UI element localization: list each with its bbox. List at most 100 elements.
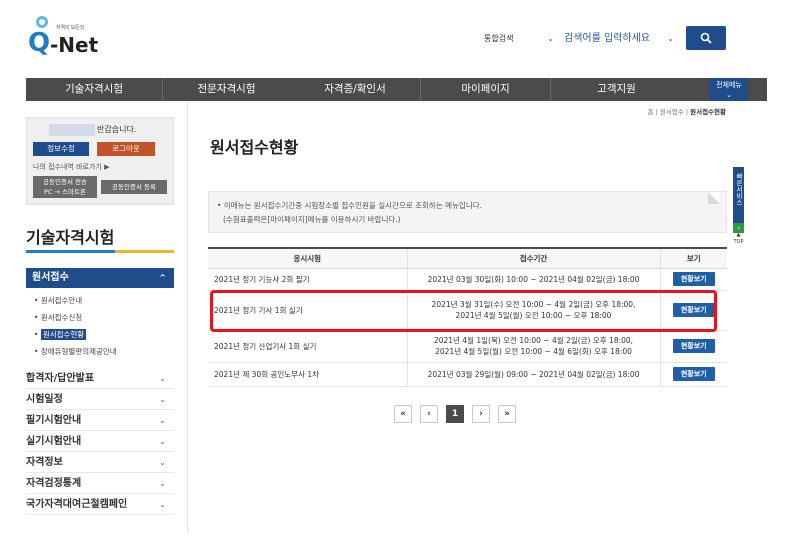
chevron-down-icon: ⌄ xyxy=(159,416,166,425)
sidebar-menu-list: 합격자/답안발표 ⌄ 시험일정 ⌄ 필기시험안내 ⌄ 실기시험안내 ⌄ 자격정보 ⌄ 자격… xyxy=(26,368,174,515)
logo-net: -Net xyxy=(50,33,99,57)
exam-period: 2021년 03월 29일(월) 09:00 ~ 2021년 04월 02일(금… xyxy=(406,362,660,387)
breadcrumb: 홈 | 원서접수 | 원서접수현황 xyxy=(647,108,726,116)
view-cell: 현황보기 xyxy=(659,330,727,363)
sub-item-apply[interactable]: • 원서접수신청 xyxy=(26,309,174,326)
sidebar-item-label: 합격자/답안발표 xyxy=(26,373,95,384)
nav-item-support[interactable]: 고객지원 xyxy=(550,78,682,101)
breadcrumb-parent[interactable]: 원서접수 xyxy=(660,108,684,116)
sidebar-item-results[interactable]: 합격자/답안발표 ⌄ xyxy=(26,368,174,389)
my-applications-link[interactable]: 나의 접수내역 바로가기 ▶ xyxy=(33,162,109,172)
sidebar-title: 기술자격시험 xyxy=(26,228,115,247)
sub-item-label: 장애유형별편의제공안내 xyxy=(40,347,117,356)
period-line: 2021년 4월 1일(목) 오전 10:00 ~ 4월 2일(금) 오후 18… xyxy=(433,336,634,345)
user-name-masked xyxy=(49,124,95,136)
sidebar-item-campaign[interactable]: 국가자격대여근절캠페인 ⌄ xyxy=(26,494,174,515)
chevron-down-icon: ⌄ xyxy=(159,479,166,488)
col-header-view: 보기 xyxy=(659,247,727,269)
chevron-down-icon: ⌄ xyxy=(159,374,166,383)
my-applications-label: 나의 접수내역 바로가기 xyxy=(33,163,102,171)
table-row: 2021년 정기 산업기사 1회 실기 2021년 4월 1일(목) 오전 10… xyxy=(208,330,727,363)
quick-service-tab[interactable]: 빠른서비스 ‹ xyxy=(733,167,744,233)
cert-transfer-button[interactable]: 공동인증서 전송 PC → 스마트폰 xyxy=(33,176,97,198)
period-line: 2021년 4월 5일(월) 오전 10:00 ~ 4월 6일(화) 오후 18… xyxy=(435,347,632,356)
top-label: TOP xyxy=(733,239,744,245)
exam-name: 2021년 정기 산업기사 1회 실기 xyxy=(208,330,407,363)
last-page-button[interactable]: » xyxy=(498,405,516,423)
sidebar-title-underline xyxy=(26,250,174,253)
nav-item-tech-exam[interactable]: 기술자격시험 xyxy=(26,78,162,101)
exam-name: 2021년 정기 기능사 2회 필기 xyxy=(208,268,407,291)
logo-circle-icon xyxy=(36,16,48,28)
view-status-button[interactable]: 현황보기 xyxy=(672,367,715,381)
page: 자격의 모든것 Q -Net 통합검색 ⌄ 검색어를 입력하세요 ⌄ 기술자격시… xyxy=(0,0,793,543)
view-status-button[interactable]: 현황보기 xyxy=(672,339,715,353)
caret-up-icon: ▲ xyxy=(736,232,741,238)
quick-service-label: 빠른서비스 xyxy=(734,173,743,206)
logo-tagline: 자격의 모든것 xyxy=(56,25,84,31)
col-header-exam: 응시시험 xyxy=(208,247,407,269)
search-input[interactable]: 검색어를 입력하세요 ⌄ xyxy=(560,28,680,50)
column-divider xyxy=(187,101,188,531)
sub-item-accessibility[interactable]: • 장애유형별편의제공안내 xyxy=(26,343,174,360)
search-button[interactable] xyxy=(686,26,726,50)
sidebar-item-schedule[interactable]: 시험일정 ⌄ xyxy=(26,389,174,410)
chevron-down-icon: ⌄ xyxy=(159,458,166,467)
sidebar-item-practical[interactable]: 실기시험안내 ⌄ xyxy=(26,431,174,452)
exam-period: 2021년 4월 1일(목) 오전 10:00 ~ 4월 2일(금) 오후 18… xyxy=(406,330,660,363)
search-scope-select[interactable]: 통합검색 ⌄ xyxy=(478,28,560,50)
cert-register-button[interactable]: 공동인증서 등록 xyxy=(101,180,167,194)
sidebar-item-label: 국가자격대여근절캠페인 xyxy=(26,499,128,510)
nav-item-pro-exam[interactable]: 전문자격시험 xyxy=(162,78,290,101)
logout-button[interactable]: 로그아웃 xyxy=(97,142,155,156)
sidebar-item-label: 시험일정 xyxy=(26,394,63,405)
prev-page-button[interactable]: ‹ xyxy=(420,405,438,423)
sidebar-item-label: 실기시험안내 xyxy=(26,436,82,447)
notice-text-1: 이메뉴는 원서접수기간중 시험장소별 접수인원을 실시간으로 조회하는 메뉴입니… xyxy=(223,201,482,210)
search-scope-label: 통합검색 xyxy=(484,34,514,43)
all-menu-label: 전체메뉴 xyxy=(716,81,742,89)
sidebar-item-written[interactable]: 필기시험안내 ⌄ xyxy=(26,410,174,431)
page-number-current[interactable]: 1 xyxy=(446,405,464,423)
first-page-button[interactable]: « xyxy=(394,405,412,423)
sub-item-guide[interactable]: • 원서접수안내 xyxy=(26,292,174,309)
sidebar-item-application[interactable]: 원서접수 ^ xyxy=(26,268,174,288)
all-menu-button[interactable]: 전체메뉴 ⌄ xyxy=(710,78,748,101)
sidebar-item-qualification[interactable]: 자격정보 ⌄ xyxy=(26,452,174,473)
page-title: 원서접수현황 xyxy=(210,138,299,157)
period-line: 2021년 03월 30일(화) 10:00 ~ 2021년 04월 02일(금… xyxy=(427,274,640,284)
sidebar-item-statistics[interactable]: 자격검정통계 ⌄ xyxy=(26,473,174,494)
nav-item-mypage[interactable]: 마이페이지 xyxy=(420,78,550,101)
sidebar-sub-list: • 원서접수안내 • 원서접수신청 • 원서접수현황 • 장애유형별편의제공안내 xyxy=(26,292,174,360)
sub-item-label: 원서접수안내 xyxy=(40,296,83,305)
pagination: « ‹ 1 › » xyxy=(394,405,516,423)
page-fold-icon xyxy=(708,192,720,204)
period-line: 2021년 03월 29일(월) 09:00 ~ 2021년 04월 02일(금… xyxy=(427,369,640,379)
chevron-down-icon: ⌄ xyxy=(667,34,674,43)
view-cell: 현황보기 xyxy=(659,268,727,291)
scroll-top-button[interactable]: ▲ TOP xyxy=(733,232,744,246)
view-status-button[interactable]: 현황보기 xyxy=(672,272,715,286)
chevron-down-icon: ⌄ xyxy=(159,395,166,404)
search-placeholder: 검색어를 입력하세요 xyxy=(564,33,650,44)
breadcrumb-current: 원서접수현황 xyxy=(690,108,726,116)
notice-box: • 이메뉴는 원서접수기간중 시험장소별 접수인원을 실시간으로 조회하는 메뉴… xyxy=(208,191,727,233)
sub-item-label: 원서접수현황 xyxy=(40,329,87,340)
notice-line-2: (수험표출력은[마이페이지]메뉴를 이용하시기 바랍니다.) xyxy=(223,215,401,224)
chevron-down-icon: ⌄ xyxy=(159,500,166,509)
sidebar-item-label: 필기시험안내 xyxy=(26,415,82,426)
qnet-logo[interactable]: 자격의 모든것 Q -Net xyxy=(26,8,116,56)
chevron-down-icon: ⌄ xyxy=(726,91,732,99)
next-page-button[interactable]: › xyxy=(472,405,490,423)
breadcrumb-home[interactable]: 홈 xyxy=(648,108,654,116)
table-row: 2021년 제 30회 공인노무사 1차 2021년 03월 29일(월) 09… xyxy=(208,362,727,387)
sub-item-status[interactable]: • 원서접수현황 xyxy=(26,326,174,343)
logo-q: Q xyxy=(28,28,51,58)
view-cell: 현황보기 xyxy=(659,362,727,387)
info-edit-button[interactable]: 정보수정 xyxy=(33,142,89,156)
sub-item-label: 원서접수신청 xyxy=(40,313,83,322)
search-icon xyxy=(700,32,712,44)
nav-item-certificate[interactable]: 자격증/확인서 xyxy=(290,78,420,101)
chevron-up-icon: ^ xyxy=(159,273,166,282)
chevron-down-icon: ⌄ xyxy=(159,437,166,446)
